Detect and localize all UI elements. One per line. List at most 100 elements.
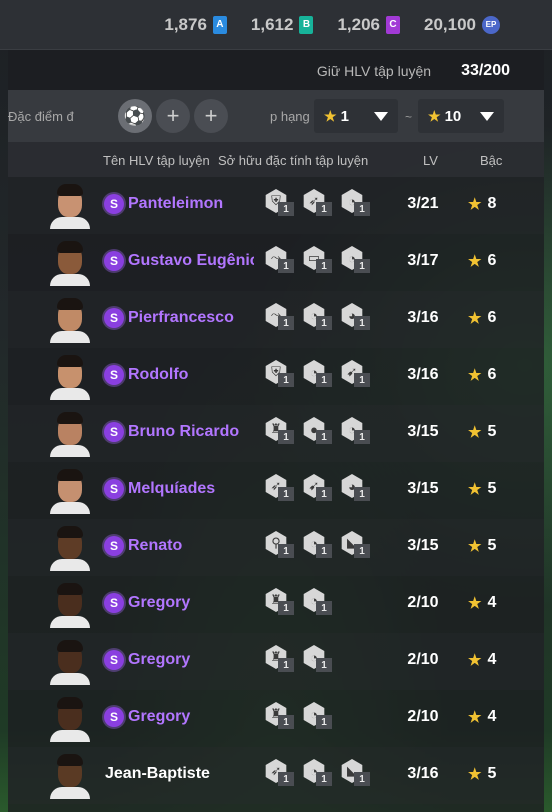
rank-min-dropdown[interactable]: ★ 1 <box>314 99 398 133</box>
avatar <box>50 468 90 514</box>
trait-list: ♜ 1 ● 1 ◔ 1 <box>264 417 372 447</box>
trait-badge[interactable]: ➶ 1 <box>264 474 296 504</box>
trait-filter-add-button-2[interactable]: + <box>194 99 228 133</box>
special-badge-icon: S <box>104 251 124 271</box>
trait-filter-add-button-1[interactable]: + <box>156 99 190 133</box>
rank-value: 4 <box>487 708 497 725</box>
hold-counter: Giữ HLV tập luyện 33/200 <box>317 62 510 80</box>
trait-badge[interactable]: ➶ 1 <box>264 759 296 789</box>
coach-level: 3/15 <box>407 537 439 554</box>
trait-list: ♜ 1 ◔ 1 <box>264 588 334 618</box>
trait-badge[interactable]: ◣ 1 <box>340 531 372 561</box>
trait-badge[interactable]: ⛨ 1 <box>264 360 296 390</box>
coach-row[interactable]: S Gregory ♜ 1 ◔ 1 2/10 ★ 4 <box>8 576 544 633</box>
avatar <box>50 639 90 685</box>
coach-row[interactable]: S Gregory ♜ 1 ◔ 1 2/10 ★ 4 <box>8 633 544 690</box>
special-badge-icon: S <box>104 593 124 613</box>
coach-row[interactable]: S Melquíades ➶ 1 ➹ 1 ◕ 1 3/15 ★ 5 <box>8 462 544 519</box>
star-icon: ★ <box>324 107 337 124</box>
trait-badge[interactable]: ➹ 1 <box>302 474 334 504</box>
rank-max-dropdown[interactable]: ★ 10 <box>418 99 504 133</box>
trait-list: ⛨ 1 ◔ 1 ➹ 1 <box>264 360 372 390</box>
trait-badge[interactable]: ⛨ 1 <box>264 189 296 219</box>
special-badge-icon: S <box>104 422 124 442</box>
coach-row[interactable]: S Gregory ♜ 1 ◔ 1 2/10 ★ 4 <box>8 690 544 747</box>
trait-badge[interactable]: ➶ 1 <box>302 189 334 219</box>
coach-row[interactable]: S Renato ⚲ 1 ◔ 1 ◣ 1 3/15 ★ 5 <box>8 519 544 576</box>
coach-row[interactable]: S Rodolfo ⛨ 1 ◔ 1 ➹ 1 3/16 ★ 6 <box>8 348 544 405</box>
trait-badge[interactable]: ◕ 1 <box>340 303 372 333</box>
trait-level: 1 <box>316 772 332 786</box>
rank-value: 6 <box>487 309 497 326</box>
coach-name: Pierfrancesco <box>128 309 234 326</box>
trait-level: 1 <box>316 259 332 273</box>
trait-badge[interactable]: ♜ 1 <box>264 702 296 732</box>
coach-row[interactable]: Jean-Baptiste ➶ 1 ◔ 1 ◣ 1 3/16 ★ 5 <box>8 747 544 804</box>
trait-badge[interactable]: ◔ 1 <box>302 702 334 732</box>
trait-badge[interactable]: ◔ 1 <box>302 759 334 789</box>
coach-name: Gregory <box>128 651 191 668</box>
trait-badge[interactable]: ➹ 1 <box>340 360 372 390</box>
trait-level: 1 <box>278 715 294 729</box>
star-icon: ★ <box>468 481 482 498</box>
star-icon: ★ <box>468 766 482 783</box>
trait-level: 1 <box>278 373 294 387</box>
trait-badge[interactable]: ⤳ 1 <box>264 303 296 333</box>
trait-badge[interactable]: ♜ 1 <box>264 588 296 618</box>
trait-badge[interactable]: ◣ 1 <box>340 759 372 789</box>
currency-ep-icon: EP <box>482 15 500 34</box>
trait-level: 1 <box>354 772 370 786</box>
coach-row[interactable]: S Pierfrancesco ⤳ 1 ◔ 1 ◕ 1 3/16 ★ 6 <box>8 291 544 348</box>
range-separator: ~ <box>405 110 413 124</box>
rank-filter-label: p hạng <box>270 109 310 124</box>
trait-level: 1 <box>278 544 294 558</box>
star-icon: ★ <box>468 253 482 270</box>
column-header-lv[interactable]: LV <box>423 153 438 168</box>
trait-badge[interactable]: ◔ 1 <box>302 531 334 561</box>
coach-name: Gregory <box>128 708 191 725</box>
coach-row[interactable]: S Panteleimon ⛨ 1 ➶ 1 ◔ 1 3/21 ★ 8 <box>8 177 544 234</box>
coach-rank: ★ 5 <box>468 423 496 441</box>
trait-badge[interactable]: ● 1 <box>302 417 334 447</box>
trait-badge[interactable]: ◔ 1 <box>340 417 372 447</box>
coach-level: 3/16 <box>407 366 439 383</box>
trait-badge[interactable]: ◔ 1 <box>340 189 372 219</box>
trait-badge[interactable]: ♜ 1 <box>264 645 296 675</box>
special-badge-icon: S <box>104 308 124 328</box>
avatar <box>50 582 90 628</box>
trait-badge[interactable]: ◔ 1 <box>302 303 334 333</box>
trait-badge[interactable]: ⤳ 1 <box>264 246 296 276</box>
coach-rank: ★ 6 <box>468 309 496 327</box>
trait-badge[interactable]: ◔ 1 <box>340 246 372 276</box>
column-header-rank[interactable]: Bậc <box>480 153 502 168</box>
trait-level: 1 <box>278 316 294 330</box>
currency-item: 1,876 A <box>164 15 227 35</box>
trait-list: ⤳ 1 ▭ 1 ◔ 1 <box>264 246 372 276</box>
special-badge-icon: S <box>104 365 124 385</box>
rank-value: 4 <box>487 594 497 611</box>
column-header-name[interactable]: Tên HLV tập luyện <box>103 153 210 168</box>
trait-level: 1 <box>278 601 294 615</box>
trait-badge[interactable]: ◔ 1 <box>302 645 334 675</box>
coach-level: 3/15 <box>407 480 439 497</box>
trait-filter-slot-1[interactable]: ⚽ <box>118 99 152 133</box>
special-badge-icon: S <box>104 479 124 499</box>
trait-badge[interactable]: ◔ 1 <box>302 588 334 618</box>
coach-row[interactable]: S Gustavo Eugênio ⤳ 1 ▭ 1 ◔ 1 3/17 ★ 6 <box>8 234 544 291</box>
star-icon: ★ <box>468 424 482 441</box>
star-icon: ★ <box>468 367 482 384</box>
column-header-traits[interactable]: Sở hữu đặc tính tập luyện <box>218 153 368 168</box>
coach-name: Melquíades <box>128 480 216 497</box>
coach-row[interactable]: S Bruno Ricardo ♜ 1 ● 1 ◔ 1 3/15 ★ 5 <box>8 405 544 462</box>
trait-level: 1 <box>354 430 370 444</box>
trait-badge[interactable]: ◔ 1 <box>302 360 334 390</box>
trait-badge[interactable]: ▭ 1 <box>302 246 334 276</box>
coach-rank: ★ 8 <box>468 195 496 213</box>
trait-badge[interactable]: ⚲ 1 <box>264 531 296 561</box>
coach-name: Renato <box>128 537 183 554</box>
avatar <box>50 525 90 571</box>
trait-badge[interactable]: ♜ 1 <box>264 417 296 447</box>
trait-badge[interactable]: ◕ 1 <box>340 474 372 504</box>
trait-level: 1 <box>278 772 294 786</box>
coach-name: Jean-Baptiste <box>105 765 210 782</box>
